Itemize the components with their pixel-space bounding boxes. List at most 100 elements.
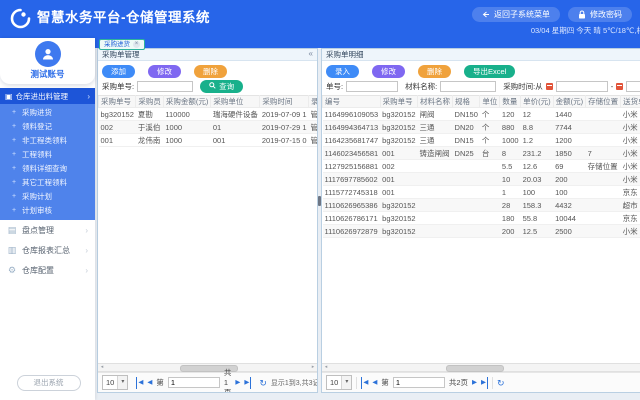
- delete-button[interactable]: 删除: [418, 65, 451, 78]
- sidebar-subitem-other-project-material[interactable]: +其它工程领料: [0, 176, 95, 190]
- edit-button[interactable]: 修改: [372, 65, 405, 78]
- add-button[interactable]: 添加: [102, 65, 135, 78]
- table-row[interactable]: 1164996109053bg320152闸阀DN150个120121440小米…: [323, 108, 640, 121]
- sidebar-subitem-nonproject-material[interactable]: +非工程类领料: [0, 134, 95, 148]
- horizontal-scrollbar[interactable]: ◂ ▸: [322, 363, 640, 372]
- return-subsystem-button[interactable]: 返回子系统菜单: [472, 7, 560, 22]
- column-header[interactable]: 数量: [500, 96, 521, 108]
- table-row[interactable]: 11157727453180011100100京东龙伟南: [323, 186, 640, 199]
- cell: 7744: [553, 121, 586, 134]
- calendar-icon[interactable]: [616, 83, 623, 90]
- column-header[interactable]: 录入人: [309, 96, 319, 108]
- column-header[interactable]: 采购单号: [380, 96, 417, 108]
- table-row[interactable]: 1110626786171bg32015218055.810044京东夏勘: [323, 212, 640, 225]
- table-row[interactable]: bg320152夏勘110000瑞海硬件设备2019-07-09 1管理员: [99, 108, 319, 121]
- page-number-input[interactable]: [393, 377, 445, 388]
- collapse-icon[interactable]: «: [309, 49, 313, 60]
- edit-button[interactable]: 修改: [148, 65, 181, 78]
- cell: 1164996109053: [323, 108, 381, 121]
- table-row[interactable]: 1146023456581001铸造闸阀DN25台8231.218507小米龙伟…: [323, 147, 640, 160]
- query-button[interactable]: 查询: [200, 80, 243, 93]
- sidebar-item-config[interactable]: ⚙仓库配置›: [0, 260, 95, 280]
- cell: 4432: [553, 199, 586, 212]
- column-header[interactable]: 规格: [453, 96, 480, 108]
- column-header[interactable]: 采购金额(元): [163, 96, 211, 108]
- first-page-icon[interactable]: ◀: [136, 377, 143, 389]
- next-page-icon[interactable]: ▶: [472, 377, 477, 389]
- change-password-button[interactable]: 修改密码: [568, 7, 632, 22]
- table-row[interactable]: 11279251568810025.512.669存储位置小米于溪伯: [323, 160, 640, 173]
- horizontal-scrollbar[interactable]: ◂ ▸: [98, 363, 317, 372]
- export-excel-button[interactable]: 导出Excel: [464, 65, 515, 78]
- cell: 20.03: [521, 173, 554, 186]
- detail-no-input[interactable]: [346, 81, 398, 92]
- table-row[interactable]: 11176977856020011020.03200小米龙伟南: [323, 173, 640, 186]
- table-row[interactable]: 1164994364713bg320152三通DN20个8808.87744小米…: [323, 121, 640, 134]
- table-row[interactable]: 002于溪伯1000012019-07-29 1管理员: [99, 121, 319, 134]
- scroll-left-icon[interactable]: ◂: [322, 364, 330, 371]
- refresh-icon[interactable]: ↻: [497, 377, 505, 389]
- page-label: 第: [156, 377, 164, 388]
- column-header[interactable]: 采购单号: [99, 96, 136, 108]
- column-header[interactable]: 单位: [480, 96, 500, 108]
- logout-button[interactable]: 退出系统: [17, 375, 81, 391]
- purchase-detail-table: 编号采购单号材料名称规格单位数量单价(元)金额(元)存储位置送货单位采购员116…: [322, 95, 640, 238]
- column-header[interactable]: 单价(元): [521, 96, 554, 108]
- page-size-select[interactable]: 10▾: [102, 375, 128, 390]
- column-header[interactable]: 编号: [323, 96, 381, 108]
- cell: [586, 225, 621, 238]
- sidebar-subitem-purchase-incoming[interactable]: +采购进货: [0, 106, 95, 120]
- cell: bg320152: [380, 199, 417, 212]
- close-icon[interactable]: ×: [133, 41, 140, 48]
- table-row[interactable]: 001龙伟南10000012019-07-15 0管理员: [99, 134, 319, 147]
- scroll-right-icon[interactable]: ▸: [309, 364, 317, 371]
- first-page-icon[interactable]: ◀: [361, 377, 368, 389]
- refresh-icon[interactable]: ↻: [259, 377, 267, 389]
- calendar-icon[interactable]: [546, 83, 553, 90]
- sidebar-item-reports[interactable]: ▥仓库报表汇总›: [0, 240, 95, 260]
- last-page-icon[interactable]: ▶: [481, 377, 488, 389]
- cell: [418, 160, 453, 173]
- order-no-input[interactable]: [137, 81, 193, 92]
- sidebar-item-warehouse-inout[interactable]: ▣ 仓库进出料管理 ›: [0, 88, 95, 104]
- tab-purchase-incoming[interactable]: 采购进货 ×: [99, 39, 145, 50]
- entry-button[interactable]: 录入: [326, 65, 359, 78]
- page-size-select[interactable]: 10▾: [326, 375, 352, 390]
- column-header[interactable]: 采购员: [136, 96, 164, 108]
- table-row[interactable]: 1110626965386bg32015228158.34432超市夏勘: [323, 199, 640, 212]
- column-header[interactable]: 采购单位: [211, 96, 260, 108]
- time-to-input[interactable]: [626, 81, 640, 92]
- plus-icon: +: [12, 176, 16, 190]
- avatar[interactable]: [35, 41, 61, 67]
- cell: 1110626965386: [323, 199, 381, 212]
- cell: 2019-07-15 0: [260, 134, 309, 147]
- column-header[interactable]: 送货单位: [621, 96, 640, 108]
- sidebar-subitem-project-material[interactable]: +工程领料: [0, 148, 95, 162]
- scrollbar-thumb[interactable]: [446, 365, 504, 372]
- cell: bg320152: [380, 212, 417, 225]
- sidebar-subitem-purchase-plan[interactable]: +采购计划: [0, 190, 95, 204]
- column-header[interactable]: 材料名称: [418, 96, 453, 108]
- panel-splitter[interactable]: [318, 48, 321, 393]
- sidebar-subitem-material-query[interactable]: +领料详细查询: [0, 162, 95, 176]
- time-from-input[interactable]: [556, 81, 608, 92]
- cell: 8: [500, 147, 521, 160]
- table-row[interactable]: 1164235681747bg320152三通DN15个10001.21200小…: [323, 134, 640, 147]
- column-header[interactable]: 采购时间: [260, 96, 309, 108]
- prev-page-icon[interactable]: ◀: [372, 377, 377, 389]
- next-page-icon[interactable]: ▶: [235, 377, 240, 389]
- page-number-input[interactable]: [168, 377, 220, 388]
- cell: 120: [500, 108, 521, 121]
- material-name-input[interactable]: [440, 81, 496, 92]
- last-page-icon[interactable]: ▶: [244, 377, 251, 389]
- cell: [453, 173, 480, 186]
- column-header[interactable]: 金额(元): [553, 96, 586, 108]
- table-row[interactable]: 1110626972879bg32015220012.52500小米夏勘: [323, 225, 640, 238]
- column-header[interactable]: 存储位置: [586, 96, 621, 108]
- sidebar-subitem-plan-review[interactable]: +计划审核: [0, 204, 95, 218]
- sidebar-subitem-material-register[interactable]: +领料登记: [0, 120, 95, 134]
- delete-button[interactable]: 删除: [194, 65, 227, 78]
- scroll-left-icon[interactable]: ◂: [98, 364, 106, 371]
- prev-page-icon[interactable]: ◀: [147, 377, 152, 389]
- sidebar-item-inventory[interactable]: ▤盘点管理›: [0, 220, 95, 240]
